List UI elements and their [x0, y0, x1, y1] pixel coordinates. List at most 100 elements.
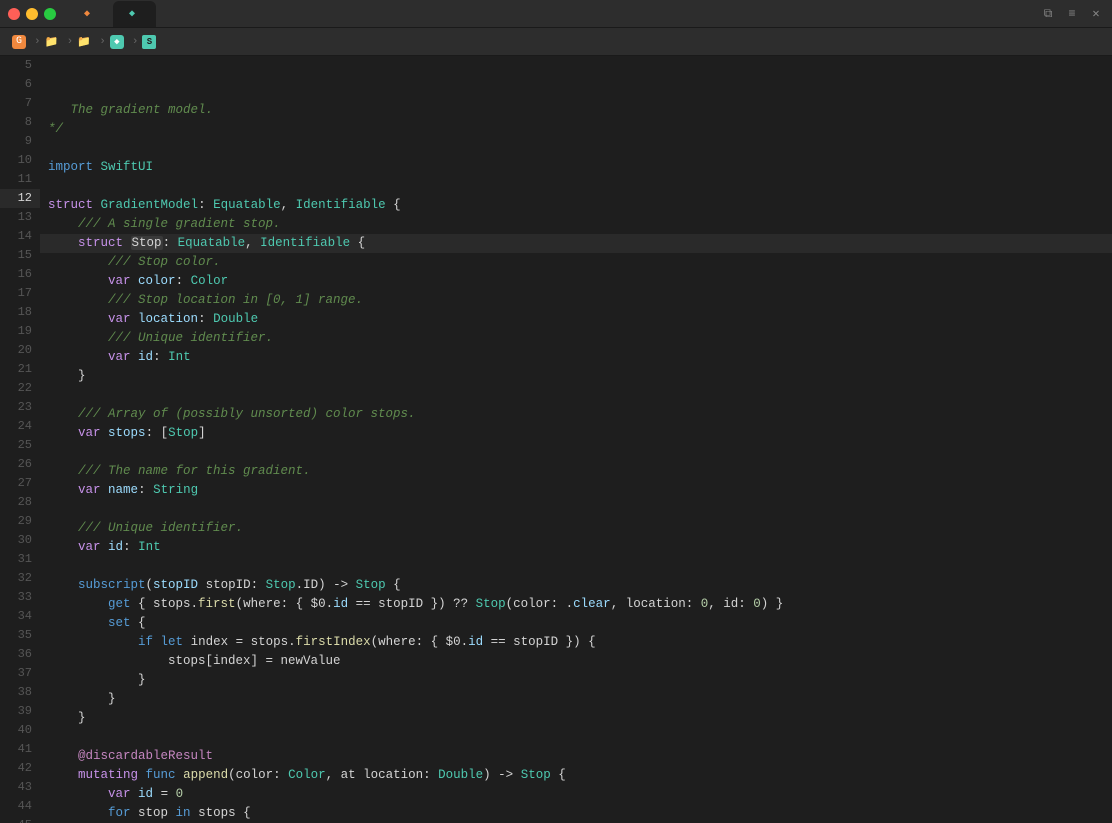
type-token: Identifiable: [260, 236, 350, 250]
comment-token: /// Stop location in [0, 1] range.: [48, 293, 363, 307]
gradientbuilder-icon: G: [12, 35, 26, 49]
num-token: 0: [176, 787, 184, 801]
plain-token: =: [153, 787, 176, 801]
plain-token: (color:: [228, 768, 288, 782]
plain-token: [48, 426, 78, 440]
breadcrumb-stop[interactable]: S: [142, 35, 160, 49]
code-line-9: [40, 177, 1112, 196]
line-number-21: 21: [0, 360, 40, 379]
code-area[interactable]: The gradient model.*/import SwiftUIstruc…: [40, 56, 1112, 823]
line-number-7: 7: [0, 94, 40, 113]
close-editor-button[interactable]: ✕: [1088, 6, 1104, 22]
tab-particle[interactable]: ◆: [68, 1, 111, 27]
highlight-token: Stop: [131, 236, 163, 250]
line-number-19: 19: [0, 322, 40, 341]
type-token: Color: [191, 274, 229, 288]
maximize-button[interactable]: [44, 8, 56, 20]
swift-icon: ◆: [125, 7, 139, 21]
plain-token: [131, 312, 139, 326]
minimize-button[interactable]: [26, 8, 38, 20]
editor: 5678910111213141516171819202122232425262…: [0, 56, 1112, 823]
tab-bar: ◆ ◆: [68, 1, 1040, 27]
prop-token: location: [138, 312, 198, 326]
plain-token: : [: [146, 426, 169, 440]
breadcrumb-shared[interactable]: 📁: [45, 35, 63, 49]
code-line-14: var color: Color: [40, 272, 1112, 291]
type-token: Int: [138, 540, 161, 554]
right-controls: ⧉ ≡ ✕: [1040, 6, 1104, 22]
code-line-42: for stop in stops {: [40, 804, 1112, 823]
line-number-35: 35: [0, 626, 40, 645]
code-line-34: stops[index] = newValue: [40, 652, 1112, 671]
plain-token: [48, 312, 108, 326]
plain-token: == stopID }) ??: [348, 597, 476, 611]
code-line-22: var stops: [Stop]: [40, 424, 1112, 443]
plain-token: stop: [131, 806, 176, 820]
plain-token: [48, 768, 78, 782]
plain-token: {: [131, 616, 146, 630]
close-button[interactable]: [8, 8, 20, 20]
line-number-26: 26: [0, 455, 40, 474]
plain-token: (color: .: [506, 597, 574, 611]
comment-token: /// Unique identifier.: [48, 331, 273, 345]
kw-token: var: [108, 787, 131, 801]
type-token: Stop: [521, 768, 551, 782]
plain-token: { stops.: [131, 597, 199, 611]
plain-token: [48, 236, 78, 250]
code-line-20: [40, 386, 1112, 405]
plain-token: ) }: [761, 597, 784, 611]
tab-gradient[interactable]: ◆: [113, 1, 156, 27]
plain-token: {: [386, 578, 401, 592]
line-number-30: 30: [0, 531, 40, 550]
line-number-13: 13: [0, 208, 40, 227]
line-numbers: 5678910111213141516171819202122232425262…: [0, 56, 40, 823]
line-number-10: 10: [0, 151, 40, 170]
plain-token: [153, 635, 161, 649]
line-number-34: 34: [0, 607, 40, 626]
plain-token: [101, 540, 109, 554]
line-number-5: 5: [0, 56, 40, 75]
kw-blue-token: for: [108, 806, 131, 820]
kw-token: var: [78, 483, 101, 497]
line-number-32: 32: [0, 569, 40, 588]
code-line-5: The gradient model.: [40, 101, 1112, 120]
plain-token: [131, 350, 139, 364]
breadcrumb-gradientbuilder[interactable]: G: [12, 35, 30, 49]
plain-token: [138, 768, 146, 782]
folder-icon: 📁: [45, 35, 59, 49]
kw-token: struct: [48, 198, 93, 212]
prop-token: id: [108, 540, 123, 554]
split-editor-button[interactable]: ⧉: [1040, 6, 1056, 22]
prop-token: id: [138, 350, 153, 364]
plain-token: [48, 483, 78, 497]
line-number-41: 41: [0, 740, 40, 759]
plain-token: (: [146, 578, 154, 592]
kw-token: var: [108, 350, 131, 364]
breadcrumb-gradientmodel[interactable]: ◆: [110, 35, 128, 49]
swift-icon: ◆: [80, 7, 94, 21]
line-number-6: 6: [0, 75, 40, 94]
code-line-35: }: [40, 671, 1112, 690]
type-token: Double: [213, 312, 258, 326]
plain-token: [123, 236, 131, 250]
breadcrumb-model[interactable]: 📁: [77, 35, 95, 49]
line-number-8: 8: [0, 113, 40, 132]
fn-token: append: [183, 768, 228, 782]
kw-blue-token: get: [108, 597, 131, 611]
code-line-30: subscript(stopID stopID: Stop.ID) -> Sto…: [40, 576, 1112, 595]
line-number-28: 28: [0, 493, 40, 512]
line-number-29: 29: [0, 512, 40, 531]
plain-token: :: [198, 198, 213, 212]
code-line-23: [40, 443, 1112, 462]
layout-button[interactable]: ≡: [1064, 6, 1080, 22]
kw-token: var: [108, 274, 131, 288]
code-line-24: /// The name for this gradient.: [40, 462, 1112, 481]
line-number-12: 12: [0, 189, 40, 208]
plain-token: [101, 483, 109, 497]
type-token: Stop: [168, 426, 198, 440]
plain-token: {: [386, 198, 401, 212]
line-number-20: 20: [0, 341, 40, 360]
plain-token: }: [48, 711, 86, 725]
plain-token: stops {: [191, 806, 251, 820]
comment-token: */: [48, 122, 63, 136]
